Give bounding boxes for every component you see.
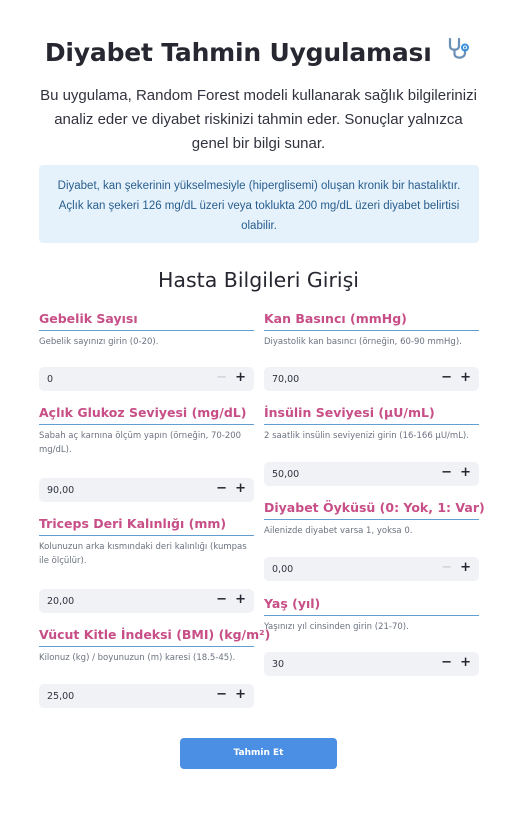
- pedigree-field: Diyabet Öyküsü (0: Yok, 1: Var) Ailenizd…: [264, 500, 485, 539]
- pregnancies-input[interactable]: 0 − +: [39, 367, 254, 391]
- age-input[interactable]: 30 − +: [264, 652, 479, 676]
- age-label: Yaş (yıl): [264, 596, 321, 611]
- intro-text: Bu uygulama, Random Forest modeli kullan…: [40, 87, 477, 152]
- skin-thickness-input[interactable]: 20,00 − +: [39, 589, 254, 613]
- blood-pressure-help: Diyastolik kan basıncı (örneğin, 60-90 m…: [264, 337, 462, 347]
- pedigree-label: Diyabet Öyküsü (0: Yok, 1: Var): [264, 500, 485, 515]
- glucose-label: Açlık Glukoz Seviyesi (mg/dL): [39, 405, 247, 420]
- skin-thickness-label: Triceps Deri Kalınlığı (mm): [39, 516, 227, 531]
- age-field: Yaş (yıl) Yaşınızı yıl cinsinden girin (…: [264, 596, 479, 635]
- divider: [39, 330, 254, 331]
- insulin-increment-button[interactable]: +: [460, 465, 471, 481]
- divider: [264, 519, 479, 520]
- pedigree-help: Ailenizde diyabet varsa 1, yoksa 0.: [264, 526, 413, 536]
- pedigree-input[interactable]: 0,00 − +: [264, 557, 479, 581]
- stethoscope-icon: [446, 36, 472, 68]
- blood-pressure-decrement-button[interactable]: −: [441, 370, 452, 386]
- bmi-help: Kilonuz (kg) / boyunuzun (m) karesi (18.…: [39, 653, 236, 663]
- glucose-help: Sabah aç karnına ölçüm yapın (örneğin, 7…: [39, 431, 242, 455]
- bmi-decrement-button[interactable]: −: [216, 687, 227, 703]
- pregnancies-help: Gebelik sayınızı girin (0-20).: [39, 337, 159, 347]
- pregnancies-increment-button[interactable]: +: [235, 370, 246, 386]
- divider: [264, 424, 479, 425]
- glucose-decrement-button[interactable]: −: [216, 481, 227, 497]
- blood-pressure-value[interactable]: 70,00: [272, 374, 299, 385]
- divider: [39, 535, 254, 536]
- bmi-input[interactable]: 25,00 − +: [39, 684, 254, 708]
- age-value[interactable]: 30: [272, 659, 284, 670]
- divider: [39, 424, 254, 425]
- age-increment-button[interactable]: +: [460, 655, 471, 671]
- pedigree-increment-button[interactable]: +: [460, 560, 471, 576]
- pregnancies-decrement-button[interactable]: −: [216, 370, 227, 386]
- age-help: Yaşınızı yıl cinsinden girin (21-70).: [264, 622, 409, 632]
- predict-button[interactable]: Tahmin Et: [180, 738, 337, 769]
- blood-pressure-field: Kan Basıncı (mmHg) Diyastolik kan basınc…: [264, 311, 479, 350]
- info-box: Diyabet, kan şekerinin yükselmesiyle (hi…: [39, 165, 479, 243]
- skin-thickness-decrement-button[interactable]: −: [216, 592, 227, 608]
- glucose-value[interactable]: 90,00: [47, 485, 74, 496]
- pregnancies-field: Gebelik Sayısı Gebelik sayınızı girin (0…: [39, 311, 254, 350]
- glucose-increment-button[interactable]: +: [235, 481, 246, 497]
- insulin-label: İnsülin Seviyesi (µU/mL): [264, 405, 435, 420]
- info-text: Diyabet, kan şekerinin yükselmesiyle (hi…: [57, 180, 461, 232]
- insulin-field: İnsülin Seviyesi (µU/mL) 2 saatlik insül…: [264, 405, 479, 444]
- insulin-input[interactable]: 50,00 − +: [264, 462, 479, 486]
- pedigree-value[interactable]: 0,00: [272, 564, 293, 575]
- bmi-field: Vücut Kitle İndeksi (BMI) (kg/m²) Kilonu…: [39, 627, 271, 666]
- insulin-value[interactable]: 50,00: [272, 469, 299, 480]
- skin-thickness-increment-button[interactable]: +: [235, 592, 246, 608]
- blood-pressure-input[interactable]: 70,00 − +: [264, 367, 479, 391]
- divider: [264, 615, 479, 616]
- divider: [39, 646, 254, 647]
- insulin-decrement-button[interactable]: −: [441, 465, 452, 481]
- page-title-text: Diyabet Tahmin Uygulaması: [44, 38, 432, 67]
- blood-pressure-increment-button[interactable]: +: [460, 370, 471, 386]
- pedigree-decrement-button[interactable]: −: [441, 560, 452, 576]
- age-decrement-button[interactable]: −: [441, 655, 452, 671]
- insulin-help: 2 saatlik insülin seviyenizi girin (16-1…: [264, 431, 469, 441]
- blood-pressure-label: Kan Basıncı (mmHg): [264, 311, 407, 326]
- page-title: Diyabet Tahmin Uygulaması: [0, 36, 517, 68]
- skin-thickness-field: Triceps Deri Kalınlığı (mm) Kolunuzun ar…: [39, 516, 254, 568]
- section-title: Hasta Bilgileri Girişi: [158, 268, 359, 292]
- glucose-input[interactable]: 90,00 − +: [39, 478, 254, 502]
- divider: [264, 330, 479, 331]
- glucose-field: Açlık Glukoz Seviyesi (mg/dL) Sabah aç k…: [39, 405, 254, 457]
- skin-thickness-help: Kolunuzun arka kısmındaki deri kalınlığı…: [39, 542, 247, 566]
- pregnancies-label: Gebelik Sayısı: [39, 311, 138, 326]
- pregnancies-value[interactable]: 0: [47, 374, 53, 385]
- skin-thickness-value[interactable]: 20,00: [47, 596, 74, 607]
- bmi-value[interactable]: 25,00: [47, 691, 74, 702]
- bmi-increment-button[interactable]: +: [235, 687, 246, 703]
- bmi-label: Vücut Kitle İndeksi (BMI) (kg/m²): [39, 627, 271, 642]
